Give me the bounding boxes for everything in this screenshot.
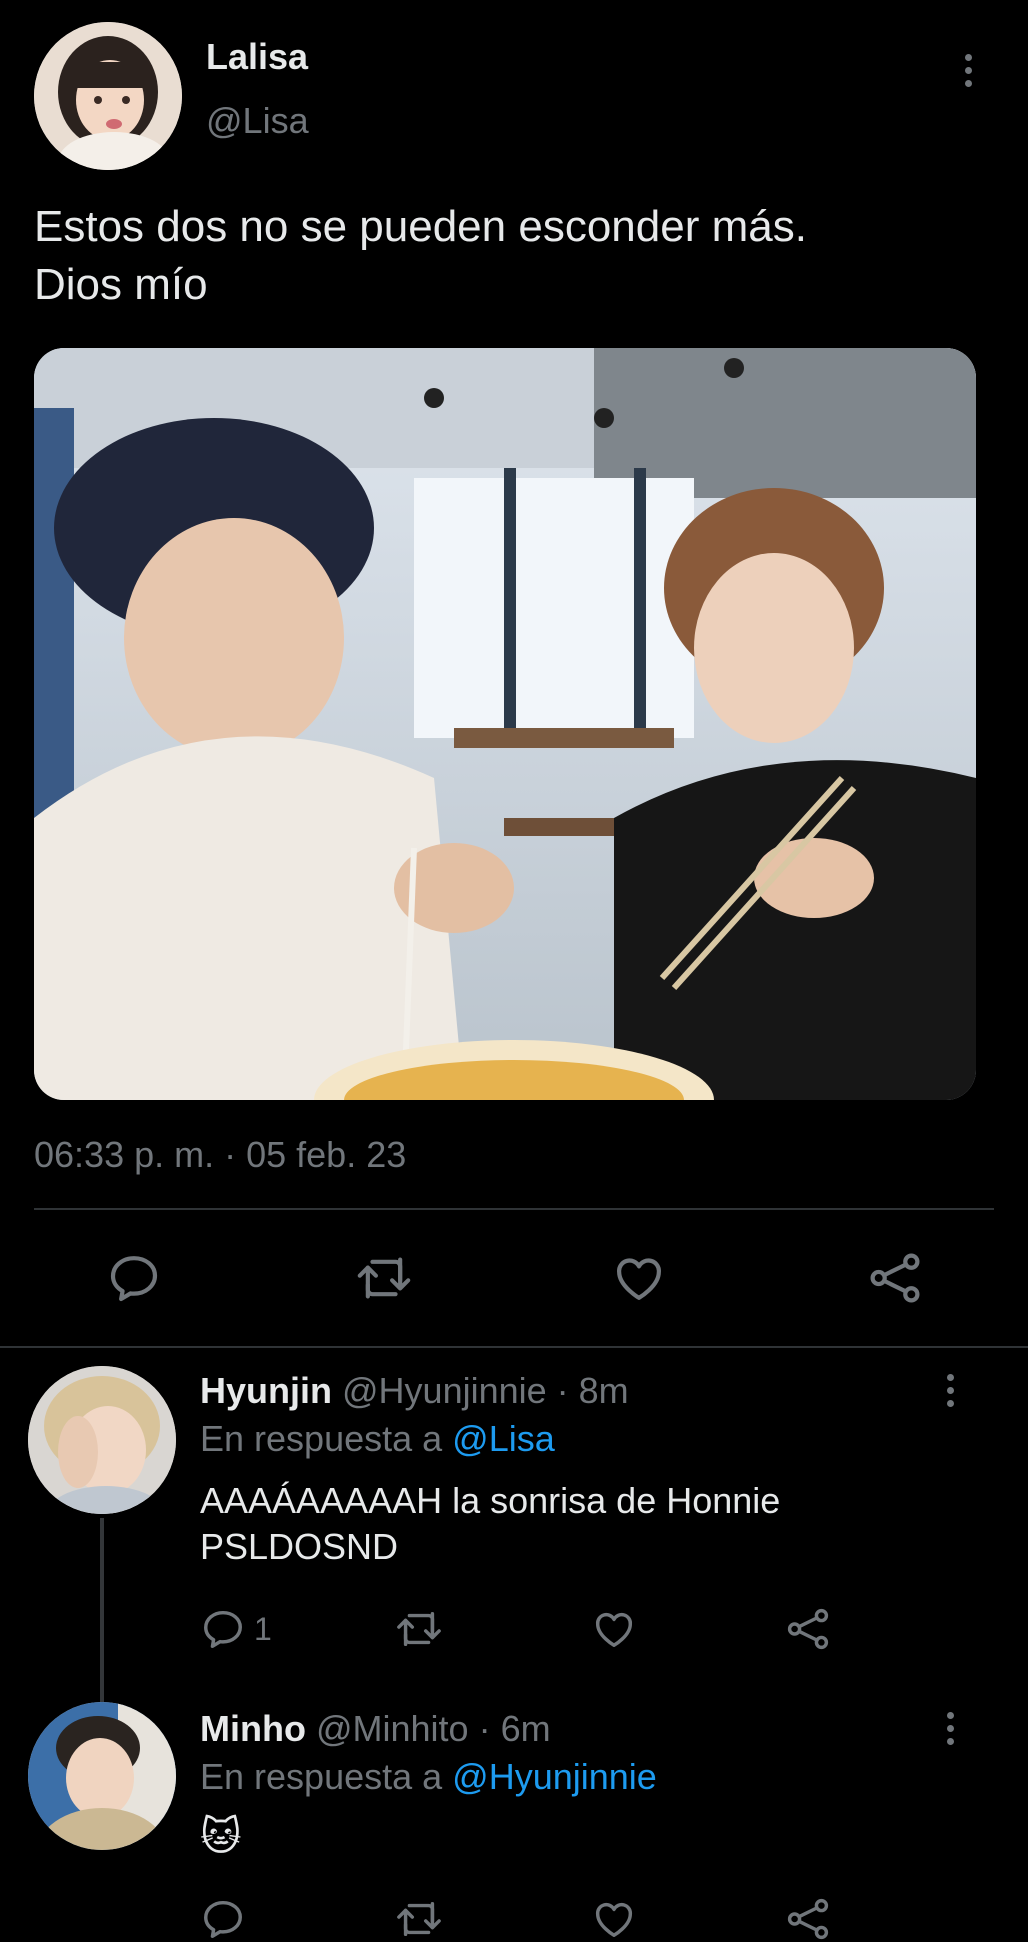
reply-icon[interactable] (106, 1250, 162, 1306)
retweet-icon[interactable] (354, 1250, 414, 1306)
reply-handle[interactable]: @Minhito · 6m (316, 1708, 551, 1749)
reply-text-line: PSLDOSND (200, 1526, 399, 1567)
retweet-icon[interactable] (394, 1896, 444, 1942)
reply-prefix: En respuesta a (200, 1418, 443, 1459)
more-options-icon[interactable] (938, 1712, 962, 1745)
reply-header: Hyunjin @Hyunjinnie · 8m (200, 1370, 629, 1412)
thread-line (100, 1518, 104, 1702)
reply-avatar[interactable] (28, 1366, 176, 1514)
tweet-text-line: Estos dos no se pueden esconder más. (34, 202, 807, 251)
reply-icon[interactable] (200, 1896, 246, 1942)
tweet-text-line: Dios mío (34, 260, 208, 309)
share-icon[interactable] (866, 1250, 924, 1306)
tweet-text: Estos dos no se pueden esconder más. Dio… (34, 198, 807, 314)
tweet-timestamp[interactable]: 06:33 p. m. · 05 feb. 23 (34, 1134, 406, 1176)
author-name[interactable]: Lalisa (206, 36, 308, 78)
more-options-icon[interactable] (938, 1374, 962, 1407)
divider (34, 1208, 994, 1210)
reply-text-line: AAAÁAAAAAH la sonrisa de Honnie (200, 1480, 781, 1521)
like-icon[interactable] (590, 1896, 638, 1942)
reply-context: En respuesta a @Lisa (200, 1418, 555, 1460)
reply-prefix: En respuesta a (200, 1756, 443, 1797)
section-divider (0, 1346, 1028, 1348)
reply-handle[interactable]: @Hyunjinnie · 8m (342, 1370, 629, 1411)
share-icon[interactable] (784, 1606, 832, 1652)
reply-avatar[interactable] (28, 1702, 176, 1850)
reply-icon[interactable]: 1 (200, 1606, 272, 1652)
more-options-icon[interactable] (956, 54, 980, 87)
reply-text-emoji: 🐱 (200, 1815, 242, 1859)
reply-context: En respuesta a @Hyunjinnie (200, 1756, 657, 1798)
retweet-icon[interactable] (394, 1606, 444, 1652)
author-avatar[interactable] (34, 22, 182, 170)
share-icon[interactable] (784, 1896, 832, 1942)
like-icon[interactable] (610, 1250, 668, 1306)
mention-link[interactable]: @Hyunjinnie (452, 1756, 657, 1797)
author-handle[interactable]: @Lisa (206, 100, 309, 142)
reply-count: 1 (254, 1610, 272, 1647)
reply-text: AAAÁAAAAAH la sonrisa de Honnie PSLDOSND (200, 1478, 780, 1570)
mention-link[interactable]: @Lisa (452, 1418, 555, 1459)
reply-header: Minho @Minhito · 6m (200, 1708, 551, 1750)
reply-name[interactable]: Hyunjin (200, 1370, 332, 1411)
reply-name[interactable]: Minho (200, 1708, 306, 1749)
tweet-media-photo[interactable] (34, 348, 976, 1100)
like-icon[interactable] (590, 1606, 638, 1652)
